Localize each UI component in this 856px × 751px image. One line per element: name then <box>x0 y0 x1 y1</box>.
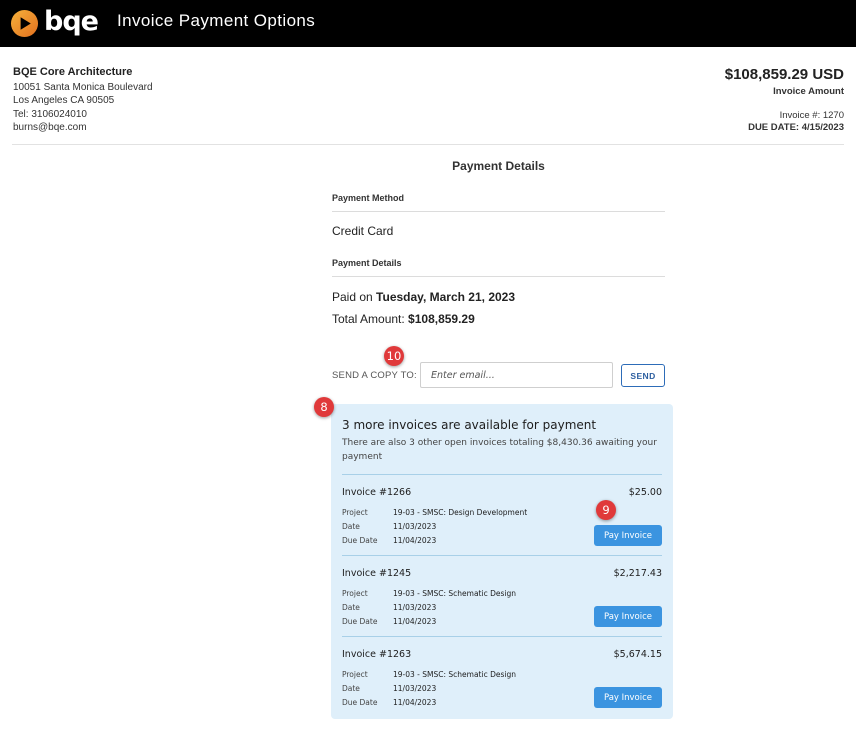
panel-divider <box>342 474 662 475</box>
total-amount-value: $108,859.29 <box>408 312 475 326</box>
project-label: Project <box>342 670 368 679</box>
date-value: 11/03/2023 <box>393 522 437 531</box>
project-value: 19-03 - SMSC: Schematic Design <box>393 670 516 679</box>
more-invoices-description: There are also 3 other open invoices tot… <box>342 438 657 462</box>
play-logo-icon <box>10 9 39 37</box>
date-label: Date <box>342 684 360 693</box>
invoice-card-number: Invoice #1245 <box>342 568 412 579</box>
invoice-card-number: Invoice #1263 <box>342 649 412 660</box>
pay-invoice-button[interactable]: Pay Invoice <box>594 525 662 546</box>
pay-invoice-button[interactable]: Pay Invoice <box>594 606 662 627</box>
annotation-badge-9: 9 <box>596 500 616 520</box>
project-value: 19-03 - SMSC: Schematic Design <box>393 589 516 598</box>
invoice-card-amount: $5,674.15 <box>613 649 662 660</box>
send-button[interactable]: SEND <box>621 364 665 387</box>
project-value: 19-03 - SMSC: Design Development <box>393 508 528 517</box>
company-info: BQE Core Architecture 10051 Santa Monica… <box>13 66 153 135</box>
email-input[interactable] <box>420 362 613 388</box>
company-address-line2: Los Angeles CA 90505 <box>13 95 115 106</box>
panel-divider <box>342 555 662 556</box>
paid-on-prefix: Paid on <box>332 290 377 304</box>
due-date-value: 11/04/2023 <box>393 617 437 626</box>
due-date-label: Due Date <box>342 617 378 626</box>
invoice-card-amount: $2,217.43 <box>613 568 662 579</box>
date-label: Date <box>342 522 360 531</box>
paid-date: Tuesday, March 21, 2023 <box>376 290 516 304</box>
project-label: Project <box>342 508 368 517</box>
annotation-badge-10: 10 <box>384 346 404 366</box>
pay-invoice-button[interactable]: Pay Invoice <box>594 687 662 708</box>
due-date-label: Due Date <box>342 698 378 707</box>
annotation-badge-8: 8 <box>314 397 334 417</box>
payment-method-value: Credit Card <box>332 224 394 238</box>
invoice-summary: $108,859.29 USD Invoice Amount Invoice #… <box>725 66 844 133</box>
total-amount-prefix: Total Amount: <box>332 312 409 326</box>
header-divider <box>12 144 844 145</box>
page-title: Invoice Payment Options <box>117 11 316 30</box>
date-value: 11/03/2023 <box>393 684 437 693</box>
top-bar: bqe Invoice Payment Options <box>0 0 856 47</box>
project-label: Project <box>342 589 368 598</box>
more-invoices-panel: 3 more invoices are available for paymen… <box>331 404 673 719</box>
company-phone: Tel: 3106024010 <box>13 108 87 120</box>
due-date-value: 11/04/2023 <box>393 536 437 545</box>
due-date: DUE DATE: 4/15/2023 <box>748 122 844 133</box>
more-invoices-title: 3 more invoices are available for paymen… <box>342 418 597 432</box>
panel-divider <box>342 636 662 637</box>
total-amount-text: Total Amount: $108,859.29 <box>332 312 475 326</box>
invoice-card-amount: $25.00 <box>628 487 662 498</box>
date-value: 11/03/2023 <box>393 603 437 612</box>
company-name: BQE Core Architecture <box>13 66 133 78</box>
date-label: Date <box>342 603 360 612</box>
invoice-amount: $108,859.29 USD <box>724 66 844 83</box>
due-date-label: Due Date <box>342 536 378 545</box>
company-address-line1: 10051 Santa Monica Boulevard <box>13 81 153 93</box>
send-copy-label: SEND A COPY TO: <box>332 370 417 381</box>
invoice-amount-label: Invoice Amount <box>773 86 844 97</box>
logo-text: bqe <box>44 5 99 37</box>
company-email: burns@bqe.com <box>13 122 87 133</box>
invoice-card-number: Invoice #1266 <box>342 487 412 498</box>
payment-details-title: Payment Details <box>452 159 545 173</box>
invoice-card: Invoice #1263 $5,674.15 Project 19-03 - … <box>331 649 673 729</box>
due-date-value: 11/04/2023 <box>393 698 437 707</box>
invoice-number: Invoice #: 1270 <box>779 110 844 121</box>
payment-method-label: Payment Method <box>332 193 665 212</box>
bqe-logo[interactable]: bqe <box>10 5 99 39</box>
payment-details-label: Payment Details <box>332 258 665 277</box>
paid-on-text: Paid on Tuesday, March 21, 2023 <box>332 290 515 304</box>
